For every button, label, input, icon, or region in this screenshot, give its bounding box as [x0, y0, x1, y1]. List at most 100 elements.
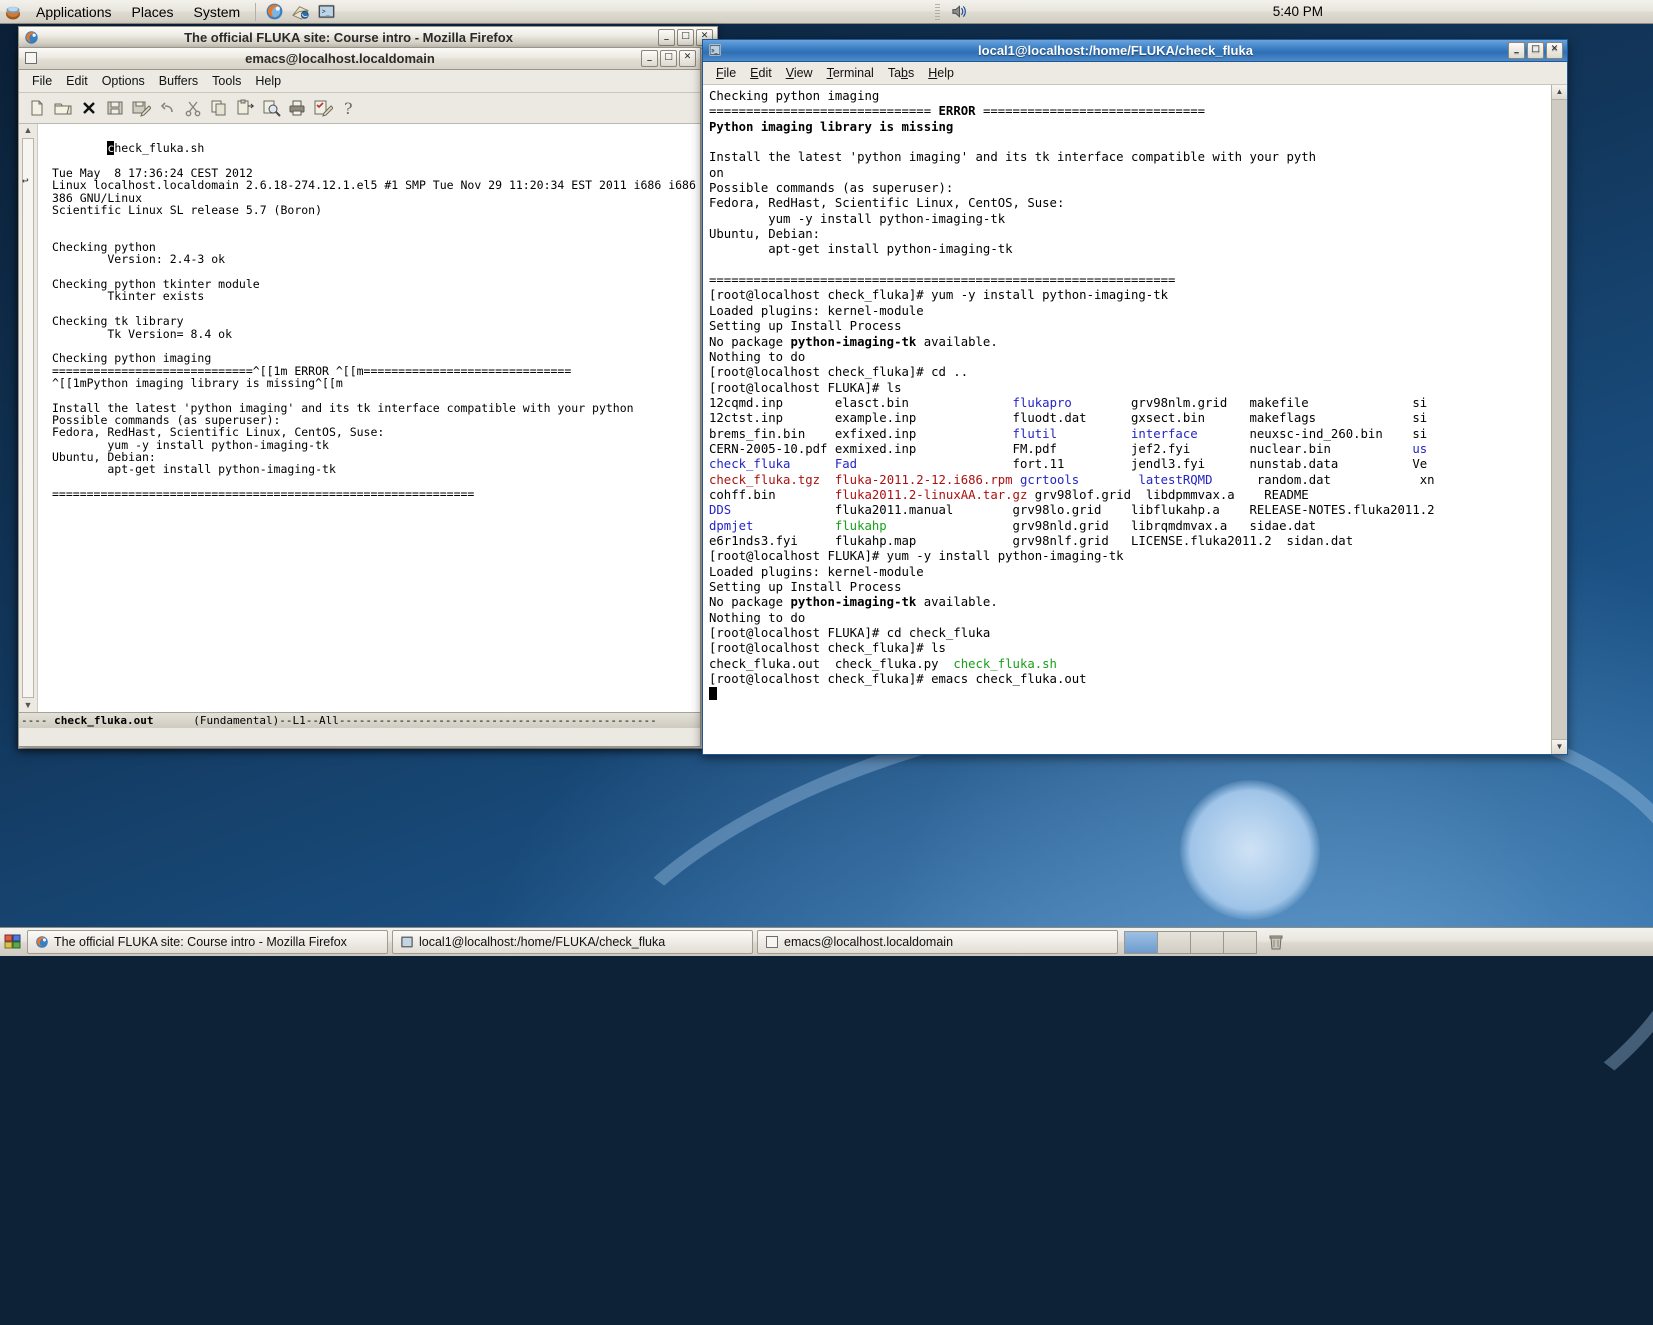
emacs-titlebar[interactable]: emacs@localhost.localdomain _ □ ✕	[18, 47, 701, 70]
emacs-scrollbar[interactable]: ▲ ▼ ↩	[19, 124, 38, 712]
terminal-window-controls[interactable]: _ □ ✕	[1508, 42, 1563, 59]
applications-menu[interactable]: Applications	[27, 2, 121, 22]
terminal-span: fluka-2011.2-12.i686.rpm	[835, 473, 1013, 487]
save-icon[interactable]	[103, 96, 127, 120]
firefox-maximize-button[interactable]: □	[677, 29, 694, 46]
emacs-menubar[interactable]: File Edit Options Buffers Tools Help	[19, 70, 700, 93]
terminal-menubar[interactable]: File Edit View Terminal Tabs Help	[703, 62, 1567, 85]
terminal-line: CERN-2005-10.pdf exmixed.inp FM.pdf jef2…	[709, 442, 1551, 457]
firefox-titlebar[interactable]: The official FLUKA site: Course intro - …	[18, 26, 718, 49]
terminal-menu-view[interactable]: View	[779, 64, 820, 82]
terminal-line: DDS fluka2011.manual grv98lo.grid libflu…	[709, 503, 1551, 518]
emacs-menu-tools[interactable]: Tools	[205, 72, 248, 90]
gnome-foot-icon[interactable]	[2, 1, 24, 23]
volume-icon[interactable]	[949, 1, 971, 23]
terminal-screen[interactable]: Checking python imaging=================…	[703, 85, 1551, 754]
spellcheck-icon[interactable]	[311, 96, 335, 120]
help-icon[interactable]: ?	[337, 96, 361, 120]
terminal-span: python-imaging-tk	[790, 595, 916, 609]
terminal-menu-tabs[interactable]: Tabs	[881, 64, 921, 82]
svg-text:>_: >_	[712, 48, 718, 54]
panel-clock[interactable]: 5:40 PM	[1273, 4, 1323, 19]
workspace-1[interactable]	[1125, 932, 1158, 953]
terminal-line: Possible commands (as superuser):	[709, 181, 1551, 196]
terminal-close-button[interactable]: ✕	[1546, 42, 1563, 59]
emacs-menu-options[interactable]: Options	[95, 72, 152, 90]
new-file-icon[interactable]	[25, 96, 49, 120]
terminal-menu-edit[interactable]: Edit	[743, 64, 779, 82]
terminal-launcher-icon[interactable]: >_	[315, 1, 337, 23]
terminal-span: flutil	[1013, 427, 1057, 441]
workspace-3[interactable]	[1191, 932, 1224, 953]
terminal-line: Nothing to do	[709, 611, 1551, 626]
emacs-maximize-button[interactable]: □	[660, 50, 677, 67]
paste-icon[interactable]	[233, 96, 257, 120]
close-buffer-icon[interactable]	[77, 96, 101, 120]
save-as-icon[interactable]	[129, 96, 153, 120]
terminal-titlebar[interactable]: >_ local1@localhost:/home/FLUKA/check_fl…	[702, 39, 1568, 62]
terminal-scroll-track[interactable]	[1552, 100, 1567, 739]
task-button-terminal[interactable]: local1@localhost:/home/FLUKA/check_fluka	[392, 930, 753, 954]
emacs-close-button[interactable]: ✕	[679, 50, 696, 67]
emacs-menu-edit[interactable]: Edit	[59, 72, 95, 90]
undo-icon[interactable]	[155, 96, 179, 120]
terminal-span: 12ctst.inp example.inp fluodt.dat gxsect…	[709, 411, 1427, 425]
terminal-span: Nothing to do	[709, 350, 805, 364]
terminal-span: Loaded plugins: kernel-module	[709, 304, 924, 318]
terminal-menu-help[interactable]: Help	[921, 64, 961, 82]
search-icon[interactable]	[259, 96, 283, 120]
terminal-scrollbar[interactable]: ▲ ▼	[1551, 85, 1567, 754]
terminal-span: Possible commands (as superuser):	[709, 181, 953, 195]
emacs-menu-file[interactable]: File	[25, 72, 59, 90]
emacs-toolbar[interactable]: ?	[19, 93, 700, 124]
terminal-span: flukahp	[835, 519, 887, 533]
trash-icon[interactable]	[1265, 931, 1287, 953]
print-icon[interactable]	[285, 96, 309, 120]
task-button-label: local1@localhost:/home/FLUKA/check_fluka	[419, 935, 665, 949]
emacs-scroll-up-icon[interactable]: ▲	[19, 124, 37, 137]
terminal-span: python-imaging-tk	[790, 335, 916, 349]
terminal-span: check_fluka.tgz	[709, 473, 820, 487]
workspace-4[interactable]	[1224, 932, 1256, 953]
terminal-span: neuxsc-ind_260.bin si	[1198, 427, 1428, 441]
terminal-menu-file[interactable]: File	[709, 64, 743, 82]
terminal-span: grv98nld.grid librqmdmvax.a sidae.dat	[887, 519, 1316, 533]
terminal-line: [root@localhost check_fluka]# yum -y ins…	[709, 288, 1551, 303]
terminal-line: No package python-imaging-tk available.	[709, 595, 1551, 610]
terminal-line: Setting up Install Process	[709, 319, 1551, 334]
emacs-minimize-button[interactable]: _	[641, 50, 658, 67]
terminal-scroll-up-icon[interactable]: ▲	[1552, 85, 1567, 100]
terminal-span: ==============================	[709, 104, 931, 118]
emacs-buffer-text[interactable]: check_fluka.sh Tue May 8 17:36:24 CEST 2…	[38, 124, 700, 712]
cut-icon[interactable]	[181, 96, 205, 120]
evolution-mail-icon[interactable]	[289, 1, 311, 23]
places-menu[interactable]: Places	[123, 2, 183, 22]
emacs-window-controls[interactable]: _ □ ✕	[641, 50, 696, 67]
firefox-launcher-icon[interactable]	[263, 1, 285, 23]
copy-icon[interactable]	[207, 96, 231, 120]
terminal-scroll-down-icon[interactable]: ▼	[1552, 739, 1567, 754]
terminal-line: Install the latest 'python imaging' and …	[709, 150, 1551, 165]
emacs-menu-help[interactable]: Help	[248, 72, 288, 90]
emacs-menu-buffers[interactable]: Buffers	[152, 72, 205, 90]
terminal-span: Ubuntu, Debian:	[709, 227, 820, 241]
terminal-window[interactable]: >_ local1@localhost:/home/FLUKA/check_fl…	[702, 39, 1568, 755]
system-menu[interactable]: System	[185, 2, 250, 22]
terminal-minimize-button[interactable]: _	[1508, 42, 1525, 59]
emacs-scroll-down-icon[interactable]: ▼	[19, 699, 37, 712]
show-desktop-icon[interactable]	[3, 931, 23, 953]
task-button-emacs[interactable]: emacs@localhost.localdomain	[757, 930, 1118, 954]
terminal-span: available.	[916, 335, 997, 349]
task-button-firefox[interactable]: The official FLUKA site: Course intro - …	[27, 930, 388, 954]
open-folder-icon[interactable]	[51, 96, 75, 120]
emacs-window[interactable]: emacs@localhost.localdomain _ □ ✕ File E…	[18, 47, 701, 747]
terminal-menu-terminal[interactable]: Terminal	[820, 64, 881, 82]
terminal-line: Loaded plugins: kernel-module	[709, 304, 1551, 319]
firefox-minimize-button[interactable]: _	[658, 29, 675, 46]
workspace-switcher[interactable]	[1124, 931, 1257, 954]
terminal-span: [root@localhost check_fluka]# yum -y ins…	[709, 288, 1168, 302]
workspace-2[interactable]	[1158, 932, 1191, 953]
terminal-maximize-button[interactable]: □	[1527, 42, 1544, 59]
emacs-scroll-thumb[interactable]	[22, 138, 34, 698]
svg-text:>_: >_	[321, 8, 329, 16]
